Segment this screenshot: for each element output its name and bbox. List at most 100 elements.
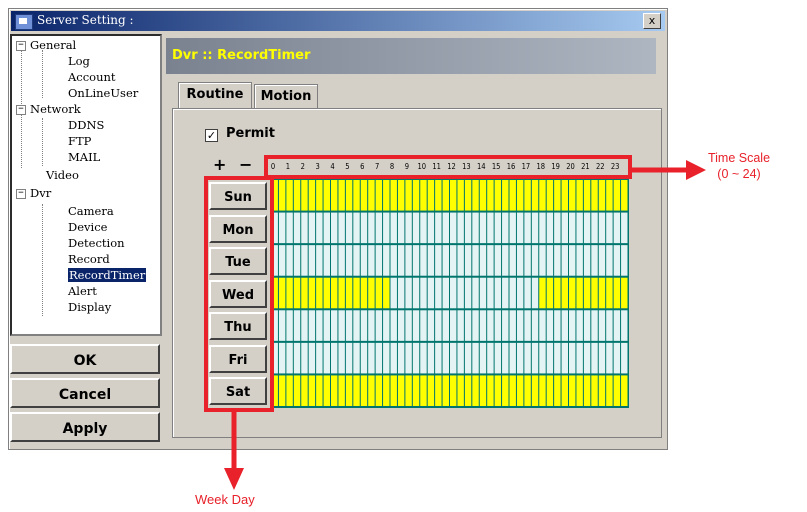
schedule-slot[interactable]: [613, 310, 621, 341]
schedule-slot[interactable]: [464, 310, 472, 341]
schedule-slot[interactable]: [464, 212, 472, 244]
schedule-slot[interactable]: [278, 342, 286, 374]
schedule-slot[interactable]: [293, 180, 301, 211]
schedule-slot[interactable]: [494, 277, 502, 309]
schedule-slot[interactable]: [606, 277, 613, 309]
schedule-slot[interactable]: [472, 180, 479, 211]
schedule-slot[interactable]: [278, 212, 286, 244]
schedule-slot[interactable]: [353, 310, 360, 341]
schedule-slot[interactable]: [390, 180, 397, 211]
close-button[interactable]: x: [643, 13, 661, 29]
schedule-slot[interactable]: [301, 375, 308, 406]
ok-button[interactable]: OK: [10, 344, 160, 374]
schedule-slot[interactable]: [502, 277, 509, 309]
schedule-slot[interactable]: [427, 212, 435, 244]
schedule-slot[interactable]: [613, 277, 621, 309]
schedule-slot[interactable]: [375, 180, 383, 211]
schedule-slot[interactable]: [383, 212, 390, 244]
schedule-slot[interactable]: [435, 342, 442, 374]
schedule-slot[interactable]: [583, 277, 591, 309]
schedule-slot[interactable]: [420, 277, 427, 309]
schedule-slot[interactable]: [561, 180, 568, 211]
schedule-slot[interactable]: [591, 375, 598, 406]
schedule-slot[interactable]: [502, 245, 509, 276]
schedule-slot[interactable]: [368, 277, 375, 309]
schedule-slot[interactable]: [286, 212, 293, 244]
schedule-slot[interactable]: [286, 245, 293, 276]
collapse-icon[interactable]: −: [16, 41, 26, 51]
schedule-slot[interactable]: [546, 342, 554, 374]
schedule-slot[interactable]: [509, 310, 516, 341]
schedule-slot[interactable]: [561, 375, 568, 406]
schedule-slot[interactable]: [554, 277, 561, 309]
schedule-slot[interactable]: [323, 212, 330, 244]
schedule-slot[interactable]: [412, 245, 420, 276]
schedule-slot[interactable]: [502, 180, 509, 211]
schedule-slot[interactable]: [368, 212, 375, 244]
schedule-slot[interactable]: [308, 180, 316, 211]
schedule-slot[interactable]: [621, 375, 628, 406]
schedule-slot[interactable]: [442, 180, 449, 211]
schedule-slot[interactable]: [435, 277, 442, 309]
schedule-slot[interactable]: [353, 180, 360, 211]
schedule-slot[interactable]: [383, 310, 390, 341]
schedule-slot[interactable]: [487, 245, 494, 276]
schedule-slot[interactable]: [353, 212, 360, 244]
schedule-slot[interactable]: [583, 310, 591, 341]
schedule-slot[interactable]: [561, 342, 568, 374]
tree-item-record[interactable]: Record: [68, 252, 110, 266]
schedule-slot[interactable]: [360, 212, 368, 244]
schedule-slot[interactable]: [531, 375, 539, 406]
tree-item-device[interactable]: Device: [68, 220, 107, 234]
schedule-slot[interactable]: [375, 277, 383, 309]
schedule-slot[interactable]: [472, 212, 479, 244]
schedule-slot[interactable]: [427, 310, 435, 341]
schedule-slot[interactable]: [435, 212, 442, 244]
schedule-slot[interactable]: [613, 342, 621, 374]
schedule-slot[interactable]: [539, 212, 546, 244]
schedule-slot[interactable]: [487, 180, 494, 211]
schedule-slot[interactable]: [331, 277, 338, 309]
tab-motion[interactable]: Motion: [254, 84, 318, 108]
schedule-slot[interactable]: [494, 245, 502, 276]
schedule-slot[interactable]: [524, 180, 531, 211]
schedule-slot[interactable]: [457, 245, 464, 276]
schedule-slot[interactable]: [531, 212, 539, 244]
schedule-slot[interactable]: [569, 310, 576, 341]
schedule-slot[interactable]: [412, 212, 420, 244]
schedule-slot[interactable]: [405, 180, 412, 211]
tree-item-account[interactable]: Account: [68, 70, 116, 84]
schedule-slot[interactable]: [598, 277, 606, 309]
schedule-slot[interactable]: [598, 342, 606, 374]
schedule-slot[interactable]: [606, 245, 613, 276]
schedule-slot[interactable]: [457, 277, 464, 309]
schedule-slot[interactable]: [554, 375, 561, 406]
schedule-slot[interactable]: [397, 212, 405, 244]
schedule-slot[interactable]: [554, 342, 561, 374]
schedule-slot[interactable]: [546, 277, 554, 309]
schedule-slot[interactable]: [301, 277, 308, 309]
schedule-slot[interactable]: [301, 310, 308, 341]
schedule-slot[interactable]: [420, 375, 427, 406]
schedule-slot[interactable]: [569, 375, 576, 406]
schedule-slot[interactable]: [524, 342, 531, 374]
schedule-slot[interactable]: [345, 342, 353, 374]
schedule-slot[interactable]: [412, 310, 420, 341]
schedule-slot[interactable]: [457, 310, 464, 341]
schedule-slot[interactable]: [435, 375, 442, 406]
schedule-slot[interactable]: [308, 277, 316, 309]
schedule-slot[interactable]: [442, 212, 449, 244]
schedule-slot[interactable]: [613, 375, 621, 406]
schedule-slot[interactable]: [360, 310, 368, 341]
schedule-slot[interactable]: [278, 277, 286, 309]
schedule-slot[interactable]: [308, 375, 316, 406]
schedule-slot[interactable]: [286, 375, 293, 406]
tree-item-onlineuser[interactable]: OnLineUser: [68, 86, 138, 100]
schedule-slot[interactable]: [509, 180, 516, 211]
schedule-slot[interactable]: [390, 310, 397, 341]
schedule-slot[interactable]: [360, 180, 368, 211]
schedule-slot[interactable]: [464, 375, 472, 406]
zoom-in-button[interactable]: +: [213, 156, 226, 174]
tree-item-mail[interactable]: MAIL: [68, 150, 100, 164]
schedule-slot[interactable]: [539, 375, 546, 406]
